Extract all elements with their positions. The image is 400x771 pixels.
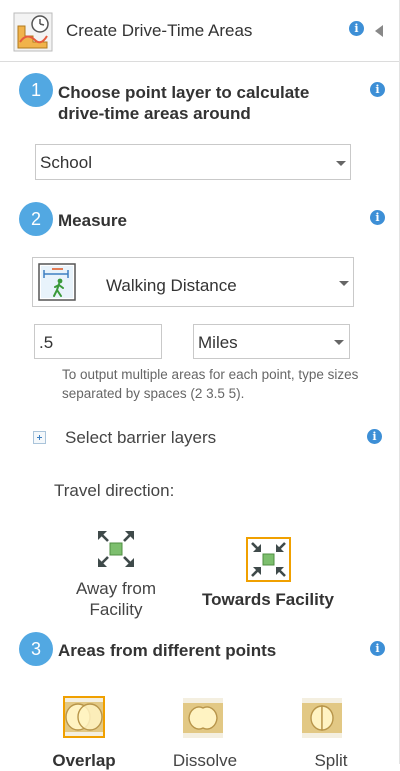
unit-select[interactable]: Miles xyxy=(193,324,350,359)
towards-facility-label: Towards Facility xyxy=(202,590,334,609)
panel-header: Create Drive-Time Areas i xyxy=(0,0,400,62)
step-3-title: Areas from different points xyxy=(58,641,277,660)
walking-distance-icon xyxy=(38,263,76,301)
dissolve-option[interactable] xyxy=(183,698,223,738)
step-2-title: Measure xyxy=(58,211,127,230)
chevron-down-icon xyxy=(339,281,349,286)
distance-input[interactable]: .5 xyxy=(34,324,162,359)
distance-value: .5 xyxy=(39,333,54,352)
step-1-title-line2: drive-time areas around xyxy=(58,104,251,123)
step-1-title-line1: Choose point layer to calculate xyxy=(58,83,310,102)
away-from-facility-label-line2: Facility xyxy=(89,600,143,619)
towards-facility-button[interactable] xyxy=(246,537,291,582)
distance-hint-line1: To output multiple areas for each point,… xyxy=(62,367,359,382)
arrows-inward-icon xyxy=(251,542,286,577)
overlap-areas-icon xyxy=(65,698,103,736)
info-icon[interactable]: i xyxy=(349,21,364,36)
step-3-badge: 3 xyxy=(19,632,53,666)
away-from-facility-button[interactable] xyxy=(97,530,135,568)
expand-plus-icon[interactable] xyxy=(33,431,46,444)
point-layer-value: School xyxy=(40,153,92,172)
unit-value: Miles xyxy=(198,333,238,352)
chevron-down-icon xyxy=(334,340,344,345)
step-1-info-icon[interactable]: i xyxy=(370,82,385,97)
collapse-panel-icon[interactable] xyxy=(375,25,383,37)
overlap-label: Overlap xyxy=(52,751,116,770)
dissolve-label: Dissolve xyxy=(172,751,238,770)
dissolve-areas-icon xyxy=(183,698,223,738)
chevron-down-icon xyxy=(336,161,346,166)
point-layer-select[interactable]: School xyxy=(35,144,351,180)
away-from-facility-label-line1: Away from xyxy=(76,579,156,598)
step-1-badge: 1 xyxy=(19,73,53,107)
travel-direction-label: Travel direction: xyxy=(54,481,175,500)
step-2-badge: 2 xyxy=(19,202,53,236)
split-areas-icon xyxy=(302,698,342,738)
overlap-option[interactable] xyxy=(63,696,105,738)
split-option[interactable] xyxy=(302,698,342,738)
measure-value: Walking Distance xyxy=(106,276,237,295)
drive-time-tool-icon xyxy=(13,12,53,52)
panel-title: Create Drive-Time Areas xyxy=(66,21,253,40)
split-label: Split xyxy=(314,751,348,770)
step-3-info-icon[interactable]: i xyxy=(370,641,385,656)
barrier-layers-label[interactable]: Select barrier layers xyxy=(65,428,216,448)
barrier-info-icon[interactable]: i xyxy=(367,429,382,444)
measure-select[interactable]: Walking Distance xyxy=(32,257,354,307)
step-2-info-icon[interactable]: i xyxy=(370,210,385,225)
arrows-outward-icon xyxy=(98,531,134,567)
distance-hint-line2: separated by spaces (2 3.5 5). xyxy=(62,386,245,401)
